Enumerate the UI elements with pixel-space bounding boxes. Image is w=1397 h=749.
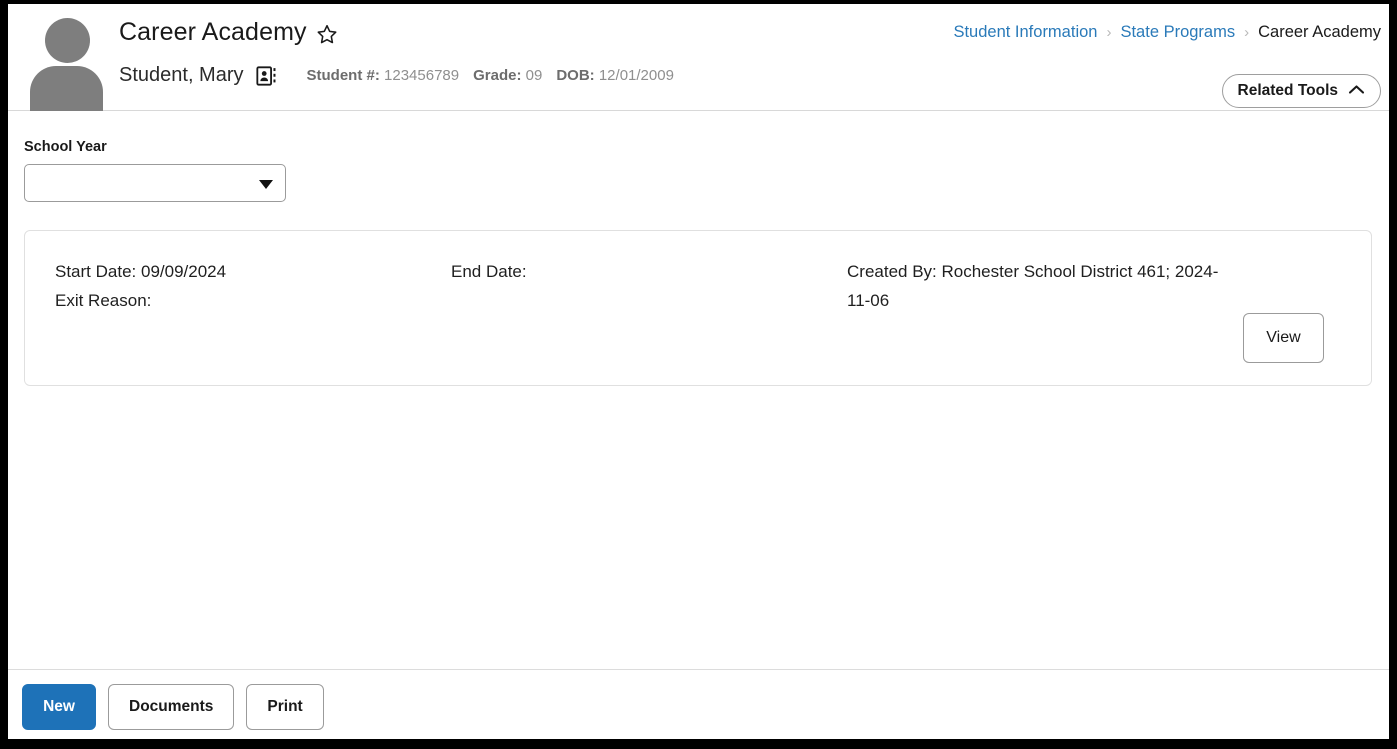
student-number-label: Student #:: [306, 67, 380, 84]
exit-reason-label: Exit Reason:: [55, 291, 152, 310]
documents-button[interactable]: Documents: [108, 684, 235, 730]
caret-down-icon: [259, 180, 273, 189]
breadcrumb-item-state-programs[interactable]: State Programs: [1120, 23, 1235, 42]
start-date-label: Start Date:: [55, 262, 137, 281]
star-icon[interactable]: [316, 23, 338, 45]
created-by-row: Created By: Rochester School District 46…: [847, 257, 1237, 315]
student-meta: Student #: 123456789 Grade: 09 DOB: 12/01/…: [307, 67, 688, 84]
title-row: Career Academy: [119, 18, 338, 47]
contact-card-icon[interactable]: [255, 65, 277, 87]
grade-group: Grade: 09: [473, 67, 542, 84]
application-page: Career Academy Student, Mary Student #: …: [8, 4, 1389, 739]
dob-label: DOB:: [556, 67, 595, 84]
chevron-up-icon: [1348, 82, 1365, 100]
breadcrumb-item-career-academy: Career Academy: [1258, 23, 1381, 41]
student-name: Student, Mary: [119, 64, 244, 86]
related-tools-label: Related Tools: [1237, 82, 1338, 99]
view-button[interactable]: View: [1243, 313, 1324, 363]
breadcrumb-separator-icon: ›: [1106, 24, 1112, 41]
created-by-label: Created By:: [847, 262, 937, 281]
action-bar: New Documents Print: [8, 669, 1389, 739]
dob-group: DOB: 12/01/2009: [556, 67, 674, 84]
record-column-left: Start Date: 09/09/2024 Exit Reason:: [55, 257, 435, 315]
dob-value: 12/01/2009: [598, 67, 674, 84]
grade-value: 09: [525, 67, 543, 84]
grade-label: Grade:: [473, 67, 522, 84]
end-date-row: End Date:: [451, 257, 831, 286]
student-summary-row: Student, Mary Student #: 123456789 Grade:…: [119, 64, 688, 87]
main-content: School Year Start Date: 09/09/2024 Exit …: [8, 111, 1389, 669]
screen-frame: Career Academy Student, Mary Student #: …: [0, 0, 1397, 749]
student-number-value: 123456789: [384, 67, 460, 84]
program-record-card: Start Date: 09/09/2024 Exit Reason: End …: [24, 230, 1372, 386]
page-header: Career Academy Student, Mary Student #: …: [8, 4, 1389, 111]
related-tools-button[interactable]: Related Tools: [1221, 74, 1381, 108]
print-button[interactable]: Print: [246, 684, 324, 730]
student-number-group: Student #: 123456789: [307, 67, 460, 84]
breadcrumb-item-student-information[interactable]: Student Information: [953, 23, 1097, 42]
end-date-label: End Date:: [451, 262, 527, 281]
avatar-body: [30, 66, 103, 111]
start-date-value: 09/09/2024: [141, 262, 227, 281]
school-year-label: School Year: [24, 139, 107, 155]
breadcrumb-separator-icon: ›: [1244, 24, 1250, 41]
new-button[interactable]: New: [22, 684, 96, 730]
start-date-row: Start Date: 09/09/2024: [55, 257, 435, 286]
person-avatar-icon: [24, 12, 108, 111]
school-year-select[interactable]: [24, 164, 286, 202]
action-button-row: New Documents Print: [22, 684, 324, 730]
avatar-head: [45, 18, 90, 63]
breadcrumb: Student Information › State Programs › C…: [953, 23, 1381, 42]
exit-reason-row: Exit Reason:: [55, 286, 435, 315]
record-column-middle: End Date:: [451, 257, 831, 286]
record-column-right: Created By: Rochester School District 46…: [847, 257, 1237, 315]
page-title: Career Academy: [119, 18, 307, 46]
